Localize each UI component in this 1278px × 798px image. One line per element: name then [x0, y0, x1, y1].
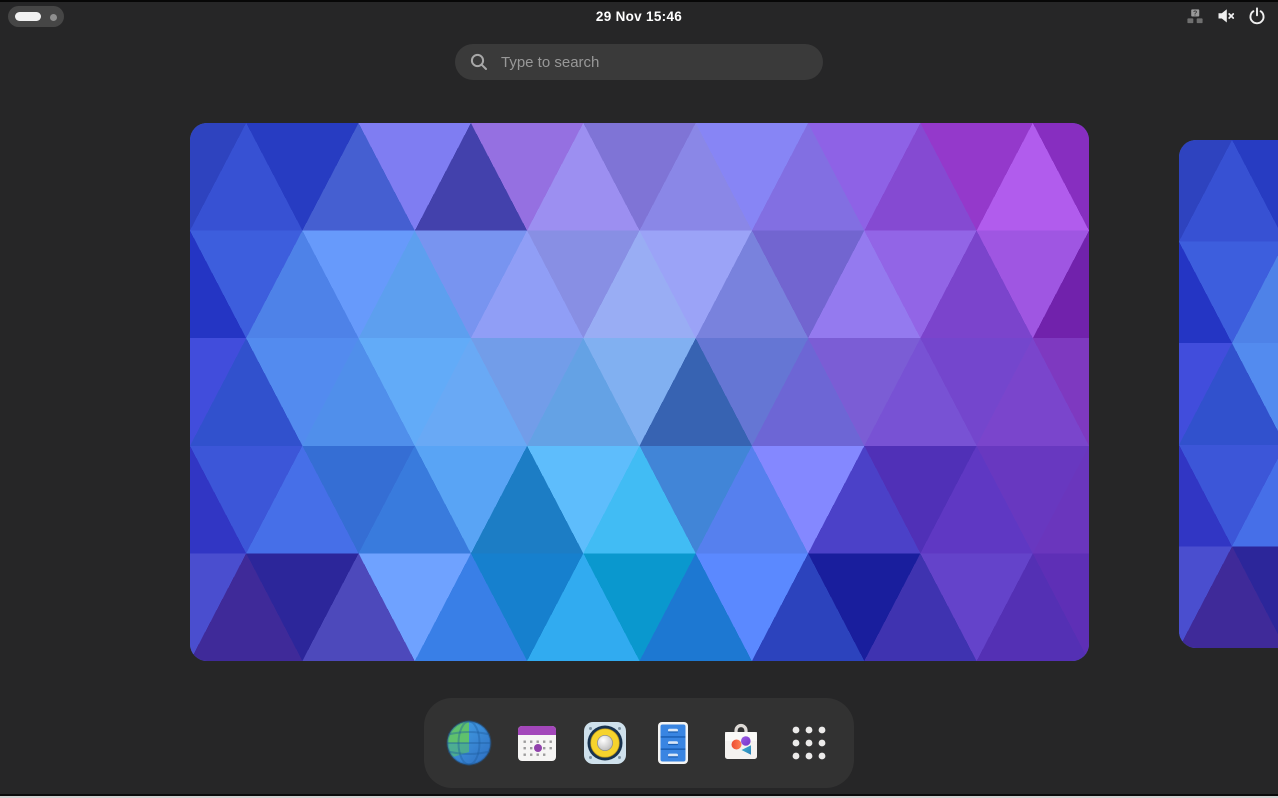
dash-app-files[interactable] [649, 719, 697, 767]
dash-app-calendar[interactable] [513, 719, 561, 767]
calendar-icon [513, 719, 561, 767]
files-cabinet-icon [649, 719, 697, 767]
search-icon [469, 52, 489, 72]
volume-muted-icon[interactable] [1217, 7, 1235, 25]
inactive-workspace-dot [50, 14, 57, 21]
wallpaper-triangles [190, 123, 1089, 661]
wallpaper-triangles [1179, 140, 1278, 648]
software-store-bag-icon [717, 719, 765, 767]
workspace-preview-next[interactable] [1179, 140, 1278, 648]
music-speaker-icon [581, 719, 629, 767]
web-browser-globe-icon [445, 719, 493, 767]
top-bar: 29 Nov 15:46 ? [0, 2, 1278, 30]
dash-app-music[interactable] [581, 719, 629, 767]
dash-app-software[interactable] [717, 719, 765, 767]
gnome-activities-overview: 29 Nov 15:46 ? [0, 0, 1278, 798]
dash-app-web[interactable] [445, 719, 493, 767]
power-icon[interactable] [1248, 7, 1266, 25]
svg-text:?: ? [1193, 9, 1197, 17]
search-bar[interactable] [455, 44, 823, 80]
active-workspace-pill [15, 12, 41, 21]
show-apps-button[interactable] [785, 719, 833, 767]
workspace-preview-current[interactable] [190, 123, 1089, 661]
search-input[interactable] [499, 53, 809, 72]
network-unknown-icon[interactable]: ? [1186, 7, 1204, 25]
dash [424, 698, 854, 788]
clock-menu-button[interactable]: 29 Nov 15:46 [586, 5, 692, 28]
app-grid-icon [785, 719, 833, 767]
screen-top-edge [0, 0, 1278, 2]
system-status-area: ? [1186, 7, 1278, 25]
workspace-indicator[interactable] [8, 6, 64, 27]
